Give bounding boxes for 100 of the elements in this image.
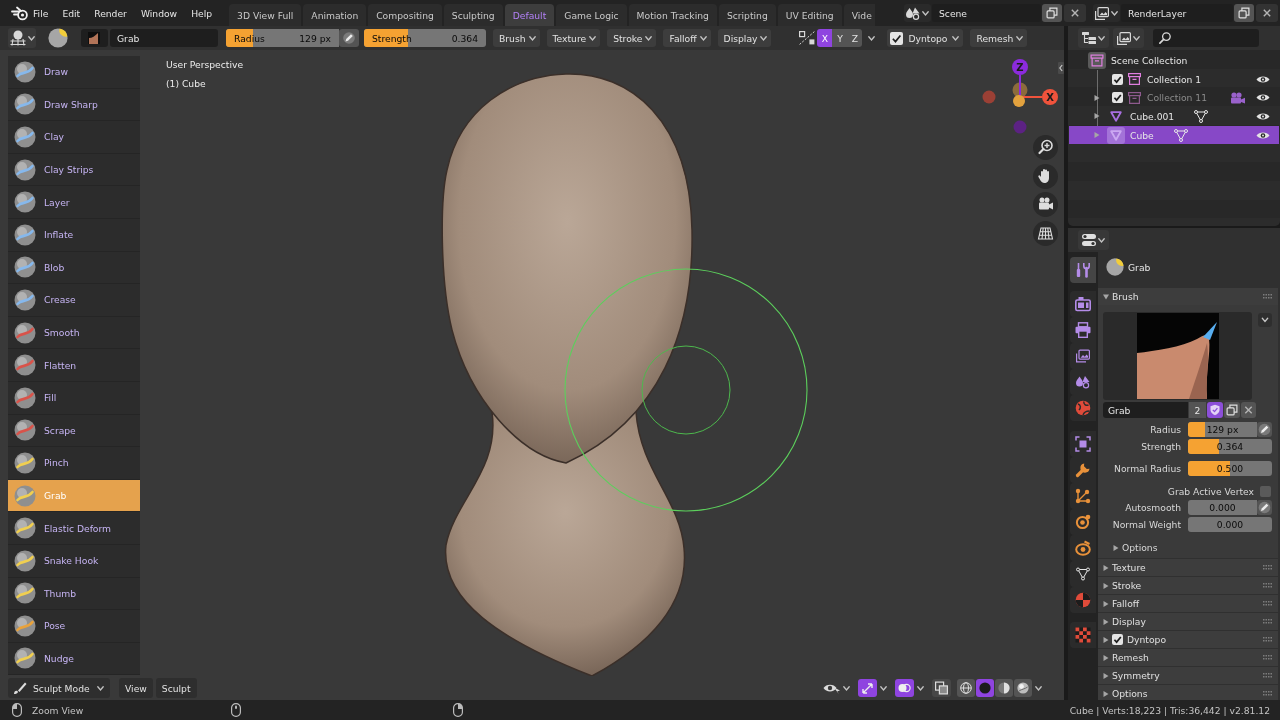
value-slider[interactable]: Strength 0.364 <box>364 29 486 47</box>
expand-arrow-icon[interactable] <box>1094 113 1100 120</box>
axis-toggle[interactable]: X <box>817 29 833 47</box>
dropdown-button[interactable]: Dyntopo <box>887 29 964 47</box>
tool-item[interactable]: Clay Strips <box>8 153 140 187</box>
workspace-tab[interactable]: Animation <box>303 4 367 26</box>
menu-item[interactable]: File <box>26 3 56 23</box>
properties-tab[interactable] <box>1070 395 1096 421</box>
tool-item[interactable]: Pinch <box>8 447 140 480</box>
outliner-item[interactable]: Collection 1 <box>1069 69 1279 89</box>
camera-icon[interactable] <box>1033 192 1058 217</box>
close-icon[interactable] <box>1256 4 1278 22</box>
solid-sphere-icon[interactable] <box>976 679 994 697</box>
subpanel-header[interactable]: Options <box>1103 540 1272 555</box>
duplicate-icon[interactable] <box>1042 4 1062 22</box>
grip-icon[interactable] <box>1263 565 1272 570</box>
app-logo-icon[interactable] <box>11 5 28 21</box>
scene-field[interactable]: Scene <box>932 4 1041 22</box>
view-layer-field[interactable]: RenderLayer <box>1121 4 1233 22</box>
panel-header[interactable]: Stroke <box>1098 577 1278 594</box>
grip-icon[interactable] <box>1263 691 1272 696</box>
scene-dropdown[interactable] <box>904 4 931 22</box>
properties-tab[interactable] <box>1070 291 1096 317</box>
panel-header[interactable]: Remesh <box>1098 649 1278 666</box>
mesh-data-icon[interactable] <box>1194 109 1209 123</box>
workspace-tab[interactable]: Default <box>504 4 555 26</box>
workspace-tab[interactable]: Scripting <box>718 4 776 26</box>
outliner-item[interactable]: Cube <box>1069 125 1279 145</box>
panel-header[interactable]: Symmetry <box>1098 667 1278 684</box>
chevron-left-icon[interactable] <box>1058 62 1064 74</box>
checkbox[interactable] <box>1112 634 1123 645</box>
workspace-tab[interactable]: Vide <box>843 4 875 26</box>
tool-item[interactable]: Snake Hook <box>8 544 140 578</box>
workspace-tab[interactable]: UV Editing <box>777 4 842 26</box>
tool-item[interactable]: Layer <box>8 186 140 219</box>
axis-toggle[interactable]: Y <box>832 29 848 47</box>
dropdown-button[interactable]: Remesh <box>970 29 1028 47</box>
menu-item[interactable]: Render <box>87 3 134 23</box>
axis-dot-icon[interactable] <box>982 90 996 104</box>
overlapping-circles-icon[interactable] <box>895 679 914 697</box>
outliner-item[interactable]: Scene Collection <box>1069 51 1279 70</box>
tool-item[interactable]: Thumb <box>8 577 140 611</box>
view-layer-dropdown[interactable] <box>1093 4 1120 22</box>
axis-dot-icon[interactable] <box>1012 82 1028 98</box>
value-slider[interactable]: 0.500 <box>1188 461 1272 476</box>
tool-item[interactable]: Fill <box>8 381 140 415</box>
pen-pressure-icon[interactable] <box>339 29 359 47</box>
tool-item[interactable]: Scrape <box>8 414 140 448</box>
tool-item[interactable]: Pose <box>8 610 140 643</box>
checkbox[interactable] <box>890 31 904 45</box>
duplicate-icon[interactable] <box>1224 402 1240 418</box>
tool-item[interactable]: Clay <box>8 121 140 154</box>
workspace-tab[interactable]: Compositing <box>368 4 442 26</box>
workspace-tab[interactable]: Motion Tracking <box>628 4 717 26</box>
wireframe-sphere-icon[interactable] <box>957 679 975 697</box>
panel-header[interactable]: Dyntopo <box>1098 631 1278 648</box>
display-mode-dropdown[interactable] <box>1078 28 1109 48</box>
grip-icon[interactable] <box>1263 619 1272 624</box>
brush-sphere-icon[interactable] <box>48 28 68 48</box>
eye-pointer-icon[interactable] <box>823 682 840 694</box>
pen-pressure-icon[interactable] <box>1257 500 1272 515</box>
search-field[interactable] <box>1153 29 1259 47</box>
value-slider[interactable]: 129 px <box>1188 422 1257 437</box>
tool-item[interactable]: Inflate <box>8 218 140 252</box>
workspace-tab[interactable]: 3D View Full <box>229 4 302 26</box>
panel-header[interactable]: Brush <box>1098 288 1278 305</box>
menu-item[interactable]: Sculpt <box>155 678 197 698</box>
mirror-axis-icon[interactable] <box>799 31 816 45</box>
zoom-in-icon[interactable] <box>1033 135 1058 160</box>
eye-icon[interactable] <box>1256 74 1270 84</box>
rendered-sphere-icon[interactable] <box>1014 679 1032 697</box>
menu-item[interactable]: Window <box>133 3 185 23</box>
checkbox[interactable] <box>1112 73 1123 85</box>
chevron-down-icon[interactable] <box>1258 313 1272 327</box>
close-icon[interactable] <box>1064 4 1086 22</box>
tool-item[interactable]: Flatten <box>8 349 140 382</box>
axis-toggle[interactable]: Z <box>847 29 863 47</box>
grid-icon[interactable] <box>1033 220 1058 246</box>
properties-tab[interactable] <box>1070 257 1096 283</box>
dropdown-button[interactable]: Brush <box>493 29 540 47</box>
tool-item[interactable]: Crease <box>8 284 140 317</box>
panel-header[interactable]: Options <box>1098 685 1278 700</box>
tool-item[interactable]: Smooth <box>8 316 140 350</box>
dropdown-button[interactable]: Stroke <box>607 29 657 47</box>
eye-icon[interactable] <box>1256 130 1270 140</box>
tool-item[interactable]: Elastic Deform <box>8 512 140 545</box>
properties-tab[interactable] <box>1070 622 1096 648</box>
workspace-tab[interactable]: Sculpting <box>443 4 503 26</box>
brush-thumbnail-icon[interactable] <box>81 29 108 47</box>
tool-item[interactable]: Draw Sharp <box>8 88 140 122</box>
workspace-tab[interactable]: Game Logic <box>556 4 627 26</box>
users-button[interactable]: 2 <box>1189 402 1206 418</box>
close-icon[interactable] <box>1241 402 1256 418</box>
grip-icon[interactable] <box>1263 601 1272 606</box>
panel-header[interactable]: Falloff <box>1098 595 1278 612</box>
tool-item[interactable]: Draw <box>8 56 140 89</box>
shield-icon[interactable] <box>1207 402 1223 418</box>
menu-item[interactable]: Edit <box>55 3 88 23</box>
eye-icon[interactable] <box>1256 111 1270 121</box>
arrows-icon[interactable] <box>858 679 877 697</box>
